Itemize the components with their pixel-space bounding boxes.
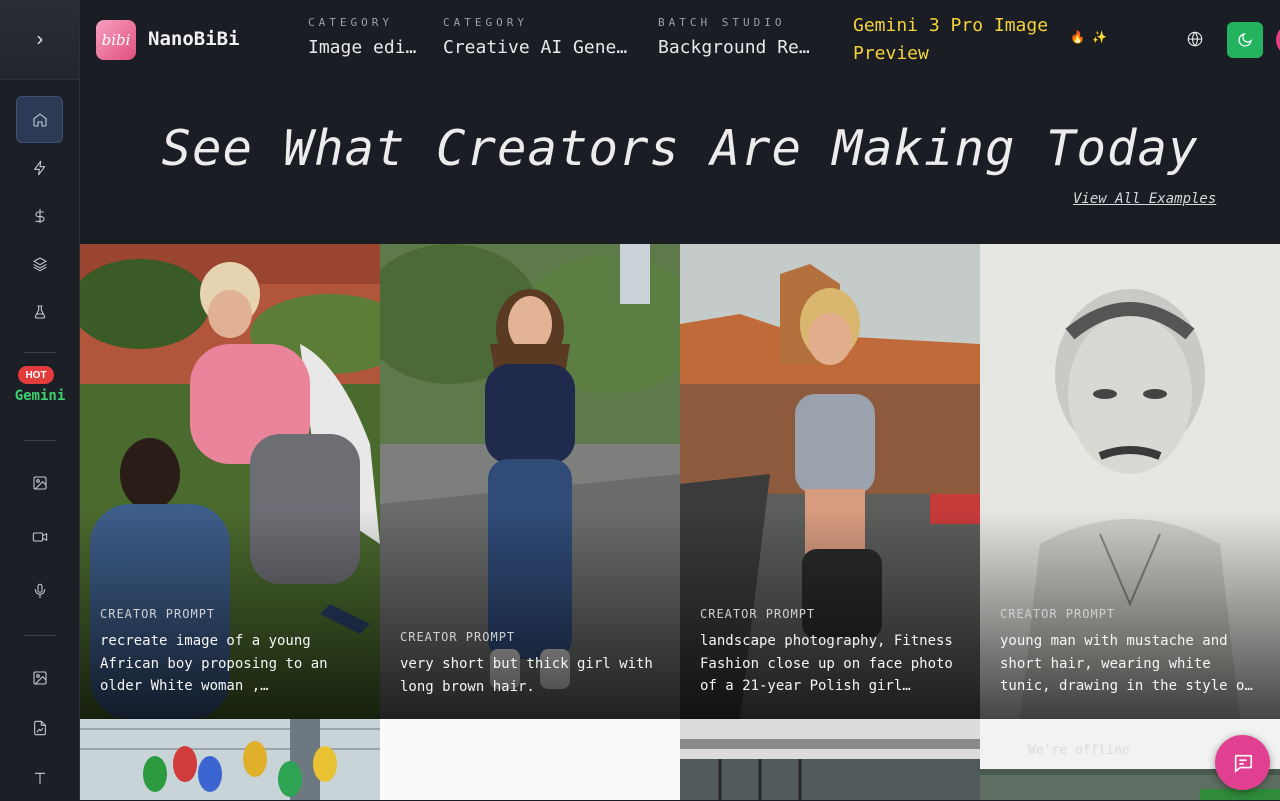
fire-sparkle-icon: 🔥 ✨ [1070,30,1108,44]
sidebar-item-video[interactable] [16,513,63,560]
sidebar: HOT Gemini [0,0,80,800]
page-title: See What Creators Are Making Today [161,120,1199,177]
gallery-card[interactable] [80,719,380,800]
nav-value: Background Remover [658,37,816,58]
theme-toggle-button[interactable] [1227,22,1263,58]
view-all-examples-link[interactable]: View All Examples [1073,191,1216,207]
sidebar-toggle[interactable] [0,0,79,80]
nav-caption: BATCH STUDIO [658,16,786,29]
sidebar-item-pricing[interactable] [16,192,63,239]
hot-badge: HOT [18,366,54,384]
creator-prompt-text: landscape photography, Fitness Fashion c… [700,633,953,694]
gallery-image [680,719,980,800]
video-icon [32,531,47,542]
gallery-card[interactable]: CREATOR PROMPT young man with mustache a… [980,244,1280,719]
gallery-card[interactable] [680,719,980,800]
chat-icon [1234,754,1252,773]
sidebar-item-quick[interactable] [16,144,63,191]
sidebar-item-text[interactable] [16,754,63,801]
sidebar-item-lab[interactable] [16,288,63,335]
top-header: bibi NanoBiBi CATEGORY Image editing CAT… [80,0,1280,80]
nav-caption: CATEGORY [308,16,393,29]
nav-batch-studio[interactable]: BATCH STUDIO Background Remover [658,16,816,58]
creator-prompt-text: very short but thick girl with long brow… [400,656,653,695]
sidebar-item-home[interactable] [16,96,63,143]
creator-prompt-caption: CREATOR PROMPT [700,607,816,621]
flask-icon [34,304,45,319]
globe-icon [1187,31,1203,47]
creator-prompt-text: recreate image of a young African boy pr… [100,633,328,694]
nav-value: Creative AI Generation [443,37,633,58]
creator-prompt-caption: CREATOR PROMPT [1000,607,1116,621]
model-link[interactable]: Gemini 3 Pro Image Preview [853,12,1053,68]
nav-category-creative-ai[interactable]: CATEGORY Creative AI Generation [443,16,633,58]
file-image-icon [33,720,46,735]
chat-offline-text: We're offline [1028,743,1130,758]
brand-logo[interactable]: bibi [96,20,136,60]
brand-name[interactable]: NanoBiBi [148,28,240,50]
chevron-right-icon [37,35,42,44]
image-icon [32,475,47,490]
microphone-icon [34,583,45,598]
sidebar-item-file-image[interactable] [16,704,63,751]
creator-prompt-text: young man with mustache and short hair, … [1000,633,1253,694]
gallery-card[interactable]: CREATOR PROMPT very short but thick girl… [380,244,680,719]
nav-caption: CATEGORY [443,16,528,29]
moon-icon [1238,33,1252,47]
chat-button[interactable] [1215,735,1270,790]
text-icon [34,772,45,784]
sidebar-item-layers[interactable] [16,240,63,287]
language-button[interactable] [1186,30,1206,50]
gallery-card[interactable]: CREATOR PROMPT recreate image of a young… [80,244,380,719]
gallery-card[interactable]: CREATOR PROMPT landscape photography, Fi… [680,244,980,719]
nav-value: Image editing [308,37,426,58]
nav-category-image-editing[interactable]: CATEGORY Image editing [308,16,426,58]
sidebar-item-image-edit[interactable] [16,654,63,701]
gallery-image [380,719,680,800]
creator-prompt-caption: CREATOR PROMPT [400,630,516,644]
sidebar-divider [24,635,56,636]
creator-prompt-caption: CREATOR PROMPT [100,607,216,621]
lightning-icon [33,160,45,175]
gallery-card[interactable] [380,719,680,800]
home-icon [32,112,47,127]
image-edit-icon [32,670,47,685]
gallery-image [80,719,380,800]
sidebar-divider [24,440,56,441]
layers-icon [32,256,47,271]
sidebar-item-audio[interactable] [16,567,63,614]
dollar-icon [34,208,45,223]
sidebar-divider [24,352,56,353]
avatar[interactable] [1276,24,1280,56]
sidebar-item-image[interactable] [16,459,63,506]
sidebar-item-gemini[interactable]: Gemini [0,388,80,404]
